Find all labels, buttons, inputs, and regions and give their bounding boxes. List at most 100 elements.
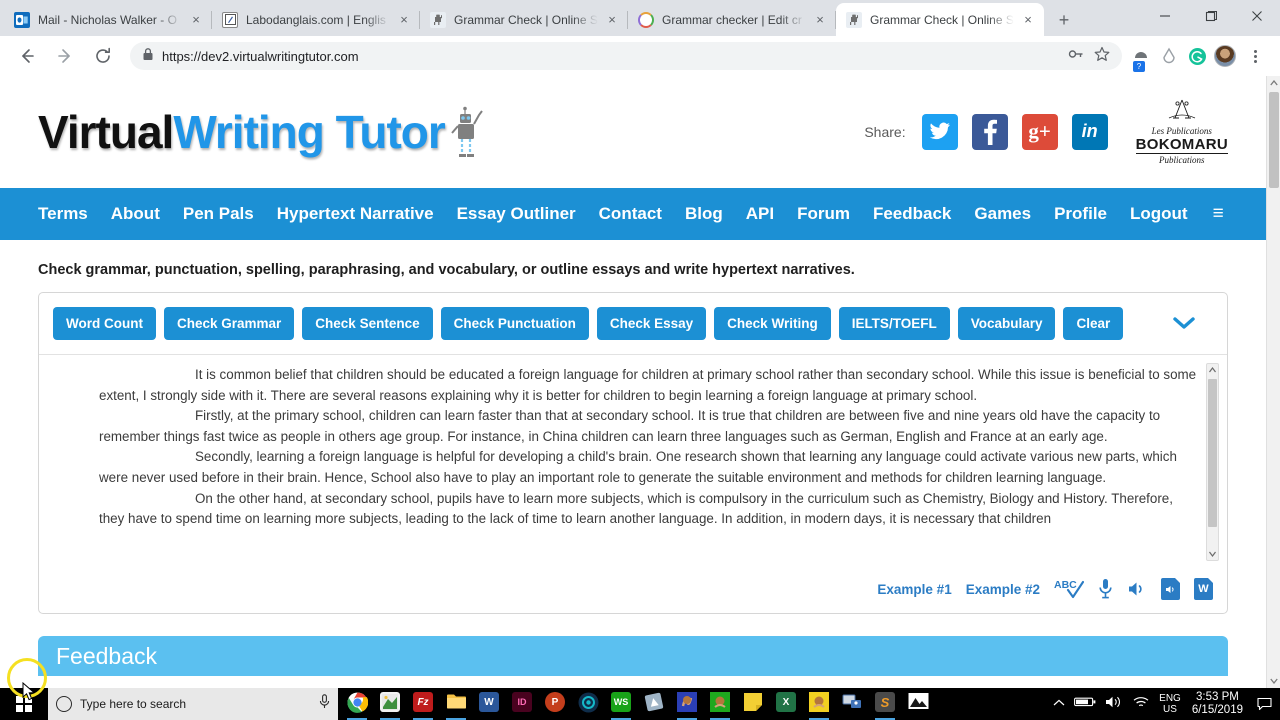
new-tab-button[interactable]: +	[1050, 6, 1078, 34]
audio-export-icon[interactable]	[1161, 578, 1180, 600]
wifi-icon[interactable]	[1132, 695, 1150, 714]
nav-item-pen-pals[interactable]: Pen Pals	[183, 204, 254, 224]
close-icon[interactable]: ×	[396, 12, 412, 28]
bokomaru-mark-icon	[1168, 100, 1195, 119]
browser-menu-icon[interactable]	[1242, 42, 1268, 70]
search-input[interactable]: Type here to search	[48, 688, 338, 720]
taskbar-app-photos[interactable]	[905, 688, 931, 720]
sublime-label[interactable]: S	[875, 692, 895, 712]
taskbar-app-file-explorer[interactable]	[443, 688, 469, 720]
close-icon[interactable]: ×	[812, 12, 828, 28]
avatar[interactable]	[1214, 45, 1236, 67]
page-scrollbar[interactable]	[1266, 76, 1280, 688]
check-punctuation-button[interactable]: Check Punctuation	[440, 307, 589, 340]
nav-item-feedback[interactable]: Feedback	[873, 204, 951, 224]
linkedin-glyph[interactable]: in	[1082, 121, 1098, 142]
close-icon[interactable]: ×	[188, 12, 204, 28]
scroll-down-icon[interactable]	[1207, 548, 1218, 560]
minimize-icon[interactable]	[1142, 0, 1188, 32]
address-bar[interactable]: https://dev2.virtualwritingtutor.com	[130, 42, 1122, 70]
taskbar-app-photoshop-elements[interactable]	[641, 688, 667, 720]
wordpress-label[interactable]: WS	[611, 692, 631, 712]
example-1-link[interactable]: Example #1	[877, 582, 951, 597]
maximize-icon[interactable]	[1188, 0, 1234, 32]
bookmark-star-icon[interactable]	[1094, 46, 1110, 67]
battery-icon[interactable]	[1074, 695, 1096, 713]
nav-item-games[interactable]: Games	[974, 204, 1031, 224]
close-icon[interactable]: ×	[1020, 12, 1036, 28]
hamburger-menu-icon[interactable]: ≡	[1213, 203, 1224, 225]
microphone-icon[interactable]	[1098, 577, 1113, 601]
nav-item-contact[interactable]: Contact	[599, 204, 662, 224]
close-window-icon[interactable]	[1234, 0, 1280, 32]
taskbar-app-paint[interactable]	[377, 688, 403, 720]
nav-item-blog[interactable]: Blog	[685, 204, 723, 224]
clock[interactable]: 3:53 PM 6/15/2019	[1192, 691, 1243, 717]
example-2-link[interactable]: Example #2	[966, 582, 1040, 597]
editor-scrollbar[interactable]	[1206, 363, 1219, 561]
clear-button[interactable]: Clear	[1063, 307, 1124, 340]
check-grammar-button[interactable]: Check Grammar	[163, 307, 295, 340]
extension-drop-icon[interactable]	[1158, 45, 1180, 67]
google-plus-glyph[interactable]: g+	[1028, 119, 1050, 144]
twitter-share-button[interactable]	[921, 113, 958, 150]
taskbar-app-audacity-blue[interactable]	[674, 688, 700, 720]
browser-tab-5-active[interactable]: Grammar Check | Online S ×	[836, 3, 1044, 36]
essay-textarea[interactable]: It is common belief that children should…	[39, 355, 1227, 569]
scrollbar-thumb[interactable]	[1208, 379, 1217, 527]
indesign-label[interactable]: ID	[512, 692, 532, 712]
speaker-icon[interactable]	[1127, 577, 1147, 601]
powerpoint-label[interactable]: P	[545, 692, 565, 712]
forward-icon[interactable]	[49, 40, 81, 72]
taskbar-app-sticky-notes[interactable]	[740, 688, 766, 720]
ielts-toefl-button[interactable]: IELTS/TOEFL	[838, 307, 950, 340]
browser-tab-2[interactable]: Labodanglais.com | Englis ×	[212, 3, 420, 36]
nav-item-api[interactable]: API	[746, 204, 774, 224]
nav-item-essay-outliner[interactable]: Essay Outliner	[457, 204, 576, 224]
nav-item-forum[interactable]: Forum	[797, 204, 850, 224]
excel-label[interactable]: X	[776, 692, 796, 712]
microphone-icon[interactable]	[319, 693, 330, 715]
spellcheck-abc-icon[interactable]: ABC	[1054, 577, 1084, 601]
word-label[interactable]: W	[479, 692, 499, 712]
taskbar-app-chrome[interactable]	[344, 688, 370, 720]
page-scrollbar-thumb[interactable]	[1269, 92, 1279, 188]
taskbar-app-remote-desktop[interactable]	[839, 688, 865, 720]
vocabulary-button[interactable]: Vocabulary	[957, 307, 1056, 340]
taskbar-app-audacity-yellow[interactable]	[806, 688, 832, 720]
check-sentence-button[interactable]: Check Sentence	[302, 307, 433, 340]
page-scroll-down-icon[interactable]	[1267, 674, 1280, 688]
nav-item-terms[interactable]: Terms	[38, 204, 88, 224]
header-share-area: Share: g+ in Les Publications BOKOMARU P…	[864, 98, 1228, 165]
extension-dark-icon[interactable]: ?	[1130, 45, 1152, 72]
browser-tab-3[interactable]: Grammar Check | Online S ×	[420, 3, 628, 36]
taskbar-app-camtasia[interactable]	[575, 688, 601, 720]
word-letter[interactable]: W	[1198, 583, 1208, 595]
close-icon[interactable]: ×	[604, 12, 620, 28]
nav-item-profile[interactable]: Profile	[1054, 204, 1107, 224]
chevron-down-icon[interactable]	[1171, 312, 1197, 336]
show-hidden-icons-icon[interactable]	[1053, 695, 1065, 713]
word-count-button[interactable]: Word Count	[53, 307, 156, 340]
browser-tab-1[interactable]: Mail - Nicholas Walker - O ×	[4, 3, 212, 36]
password-key-icon[interactable]	[1068, 46, 1084, 67]
browser-tab-4[interactable]: Grammar checker | Edit cr ×	[628, 3, 836, 36]
facebook-share-button[interactable]	[971, 113, 1008, 150]
page-scroll-up-icon[interactable]	[1267, 76, 1280, 90]
volume-icon[interactable]	[1105, 695, 1123, 714]
scroll-up-icon[interactable]	[1207, 364, 1218, 376]
check-writing-button[interactable]: Check Writing	[714, 307, 831, 340]
site-logo[interactable]: VirtualWriting Tutor	[38, 102, 485, 163]
check-essay-button[interactable]: Check Essay	[596, 307, 707, 340]
language-indicator[interactable]: ENG US	[1159, 693, 1181, 715]
back-icon[interactable]	[11, 40, 43, 72]
nav-item-about[interactable]: About	[111, 204, 160, 224]
grammarly-icon[interactable]	[1186, 45, 1208, 67]
taskbar-app-filezilla: Fz	[410, 688, 436, 720]
filezilla-label[interactable]: Fz	[413, 692, 433, 712]
nav-item-logout[interactable]: Logout	[1130, 204, 1188, 224]
nav-item-hypertext-narrative[interactable]: Hypertext Narrative	[277, 204, 434, 224]
taskbar-app-audacity-green[interactable]	[707, 688, 733, 720]
action-center-icon[interactable]	[1252, 688, 1276, 720]
reload-icon[interactable]	[87, 40, 119, 72]
